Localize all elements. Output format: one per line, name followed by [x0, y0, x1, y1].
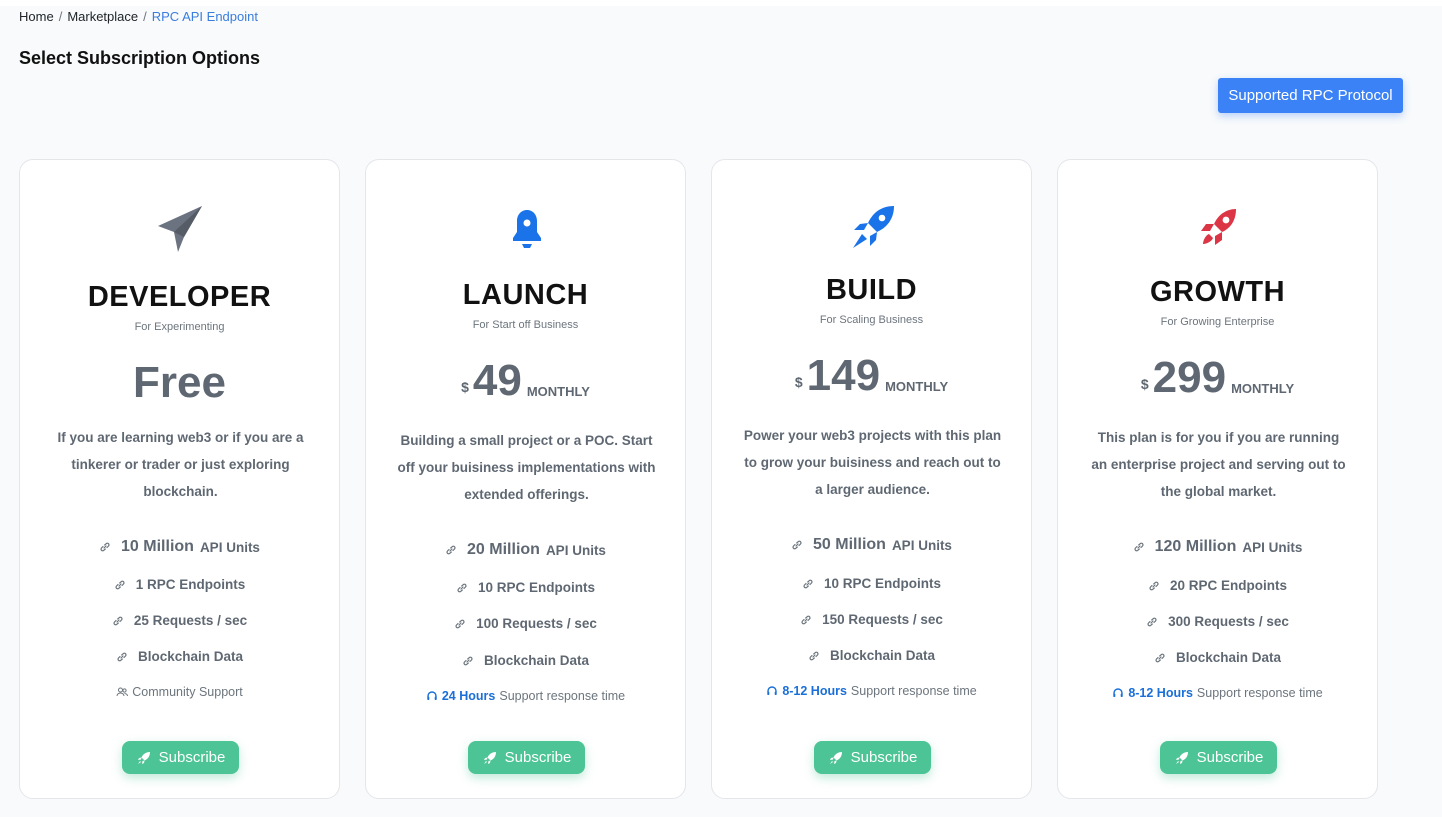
feature-item: 100 Requests / sec — [366, 616, 685, 631]
users-icon — [116, 686, 129, 698]
breadcrumb-home[interactable]: Home — [19, 9, 54, 24]
plan-description: This plan is for you if you are running … — [1091, 430, 1346, 499]
link-icon — [800, 614, 812, 626]
support-info: 24 Hours Support response time — [366, 689, 685, 703]
breadcrumb-separator: / — [58, 9, 63, 24]
link-icon — [116, 651, 128, 663]
support-info: Community Support — [20, 685, 339, 699]
link-icon — [456, 582, 468, 594]
link-icon — [454, 618, 466, 630]
supported-rpc-protocol-button[interactable]: Supported RPC Protocol — [1218, 78, 1403, 113]
plan-description: Building a small project or a POC. Start… — [397, 433, 656, 502]
feature-api-units: 10 Million API Units — [20, 538, 339, 556]
plan-description: If you are learning web3 or if you are a… — [57, 430, 304, 499]
plan-price: $ 49 MONTHLY — [461, 356, 590, 405]
plan-price: $ 299 MONTHLY — [1140, 353, 1295, 402]
top-strip — [0, 0, 1442, 6]
plan-subtitle: For Scaling Business — [819, 314, 924, 326]
link-icon — [1133, 541, 1145, 553]
feature-item: 20 RPC Endpoints — [1058, 578, 1377, 593]
breadcrumb: Home / Marketplace / RPC API Endpoint — [19, 9, 258, 24]
link-icon — [114, 579, 126, 591]
link-icon — [802, 578, 814, 590]
breadcrumb-current: RPC API Endpoint — [151, 9, 258, 24]
feature-item: 25 Requests / sec — [20, 613, 339, 628]
plan-card-launch: LAUNCH For Start off Business $ 49 MONTH… — [365, 159, 686, 799]
plan-name: GROWTH — [1149, 276, 1286, 308]
bell-icon — [502, 206, 552, 256]
feature-api-units: 20 Million API Units — [366, 541, 685, 559]
link-icon — [112, 615, 124, 627]
plan-name: BUILD — [825, 274, 918, 306]
breadcrumb-separator: / — [143, 9, 147, 24]
headset-icon — [426, 690, 438, 702]
subscribe-button-launch[interactable]: Subscribe — [468, 741, 585, 774]
feature-item: 300 Requests / sec — [1058, 614, 1377, 629]
rocket-icon — [136, 750, 152, 766]
link-icon — [791, 539, 803, 551]
breadcrumb-marketplace[interactable]: Marketplace — [67, 9, 138, 24]
page-title: Select Subscription Options — [19, 48, 261, 68]
feature-api-units: 50 Million API Units — [712, 536, 1031, 554]
rocket-icon — [848, 203, 898, 253]
plan-subtitle: For Start off Business — [472, 319, 579, 331]
feature-item: Blockchain Data — [20, 649, 339, 664]
headset-icon — [1112, 687, 1124, 699]
feature-item: 150 Requests / sec — [712, 612, 1031, 627]
link-icon — [99, 541, 111, 553]
rocket-icon — [482, 750, 498, 766]
link-icon — [1154, 652, 1166, 664]
rocket-icon — [1174, 750, 1190, 766]
support-info: 8-12 Hours Support response time — [1058, 686, 1377, 700]
paper-plane-icon — [156, 204, 206, 254]
link-icon — [808, 650, 820, 662]
plan-subtitle: For Growing Enterprise — [1160, 316, 1275, 328]
plan-price: Free — [133, 358, 226, 407]
subscribe-button-build[interactable]: Subscribe — [814, 741, 931, 774]
link-icon — [462, 655, 474, 667]
link-icon — [1148, 580, 1160, 592]
plan-card-build: BUILD For Scaling Business $ 149 MONTHLY… — [711, 159, 1032, 799]
support-info: 8-12 Hours Support response time — [712, 684, 1031, 698]
headset-icon — [766, 685, 778, 697]
plan-description: Power your web3 projects with this plan … — [743, 428, 1002, 497]
rocket-icon — [828, 750, 844, 766]
feature-item: Blockchain Data — [712, 648, 1031, 663]
plan-subtitle: For Experimenting — [134, 321, 225, 333]
subscribe-button-developer[interactable]: Subscribe — [122, 741, 239, 774]
subscribe-button-growth[interactable]: Subscribe — [1160, 741, 1277, 774]
plan-card-growth: GROWTH For Growing Enterprise $ 299 MONT… — [1057, 159, 1378, 799]
plan-price: $ 149 MONTHLY — [794, 351, 949, 400]
feature-item: 1 RPC Endpoints — [20, 577, 339, 592]
feature-item: Blockchain Data — [1058, 650, 1377, 665]
feature-api-units: 120 Million API Units — [1058, 538, 1377, 556]
feature-item: 10 RPC Endpoints — [712, 576, 1031, 591]
link-icon — [1146, 616, 1158, 628]
feature-item: Blockchain Data — [366, 653, 685, 668]
feature-item: 10 RPC Endpoints — [366, 580, 685, 595]
plan-card-developer: DEVELOPER For Experimenting Free If you … — [19, 159, 340, 799]
plan-name: DEVELOPER — [87, 281, 272, 313]
rocket-launch-icon — [1194, 204, 1244, 254]
link-icon — [445, 544, 457, 556]
plan-name: LAUNCH — [462, 279, 589, 311]
